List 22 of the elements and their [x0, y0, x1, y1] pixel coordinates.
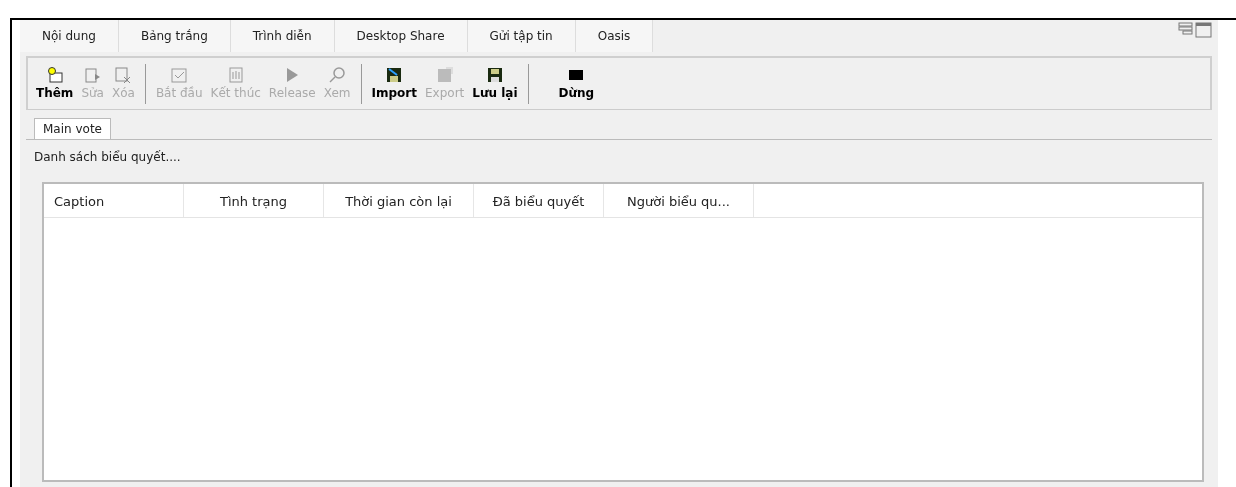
document-x-icon: [114, 65, 133, 84]
folder-plus-icon: [45, 65, 64, 84]
toolbar-button[interactable]: Lưu lại: [468, 65, 522, 102]
search-icon: [328, 65, 347, 84]
tab[interactable]: Nội dung: [20, 20, 119, 52]
tab[interactable]: Main vote: [34, 118, 111, 139]
tab[interactable]: Desktop Share: [334, 20, 468, 52]
column-header[interactable]: Thời gian còn lại: [324, 184, 474, 217]
checkbox-icon: [170, 65, 189, 84]
toolbar-button[interactable]: Dừng: [554, 65, 599, 102]
tab[interactable]: Gửi tập tin: [467, 20, 576, 52]
column-header[interactable]: Đã biểu quyết: [474, 184, 604, 217]
toolbar-button[interactable]: Import: [367, 65, 421, 102]
list-label: Danh sách biểu quyết....: [33, 149, 182, 166]
tab[interactable]: Bảng trắng: [118, 20, 231, 52]
tab[interactable]: Trình diễn: [230, 20, 335, 52]
window-buttons-icon[interactable]: [1178, 20, 1214, 38]
column-header[interactable]: Caption: [44, 184, 184, 217]
toolbar-button[interactable]: Thêm: [32, 65, 78, 102]
column-header[interactable]: Tình trạng: [184, 184, 324, 217]
tab[interactable]: Oasis: [575, 20, 654, 52]
column-header[interactable]: Người biểu qu...: [604, 184, 754, 217]
